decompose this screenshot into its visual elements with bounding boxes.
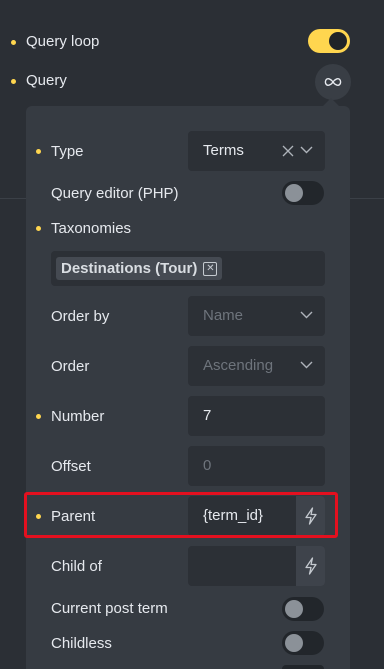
chevron-down-icon <box>300 361 313 369</box>
current-post-term-toggle[interactable] <box>282 597 324 621</box>
query-loop-row: Query loop <box>0 22 370 62</box>
query-label: Query <box>26 72 67 89</box>
order-select[interactable]: Ascending <box>188 346 325 386</box>
query-settings-button[interactable] <box>315 64 351 100</box>
modified-indicator-dot <box>36 226 41 231</box>
toggle-knob <box>285 184 303 202</box>
number-input[interactable]: 7 <box>188 396 325 436</box>
query-loop-label: Query loop <box>26 33 100 50</box>
query-loop-toggle[interactable] <box>308 29 350 53</box>
query-editor-toggle[interactable] <box>282 181 324 205</box>
number-value: 7 <box>203 407 212 424</box>
modified-indicator-dot <box>11 40 16 45</box>
clear-icon[interactable] <box>282 145 294 157</box>
offset-placeholder: 0 <box>203 457 212 474</box>
divider <box>0 198 26 199</box>
settings-panel: Query loop Query Type Terms Query editor… <box>0 0 384 669</box>
order-label: Order <box>51 358 90 375</box>
childless-label: Childless <box>51 635 112 652</box>
chevron-down-icon <box>300 311 313 319</box>
divider <box>350 198 384 199</box>
current-post-term-label: Current post term <box>51 600 168 617</box>
chevron-down-icon <box>300 146 313 154</box>
toggle-knob <box>329 32 347 50</box>
type-select[interactable]: Terms <box>188 131 325 171</box>
child-of-input[interactable] <box>188 546 325 586</box>
modified-indicator-dot <box>36 414 41 419</box>
toggle-knob <box>285 600 303 618</box>
order-placeholder: Ascending <box>203 357 274 374</box>
child-of-label: Child of <box>51 558 102 575</box>
infinity-icon <box>324 78 342 86</box>
dynamic-data-button[interactable] <box>296 546 325 586</box>
type-label: Type <box>51 143 84 160</box>
offset-label: Offset <box>51 458 91 475</box>
modified-indicator-dot <box>11 79 16 84</box>
lightning-bolt-icon <box>304 557 317 575</box>
next-toggle-partial[interactable] <box>282 665 324 669</box>
taxonomy-chip-label: Destinations (Tour) <box>61 260 198 277</box>
taxonomies-input[interactable]: Destinations (Tour) ✕ <box>51 251 325 286</box>
offset-input[interactable]: 0 <box>188 446 325 486</box>
taxonomy-chip: Destinations (Tour) ✕ <box>56 257 223 280</box>
taxonomies-label: Taxonomies <box>51 220 132 237</box>
order-by-placeholder: Name <box>203 307 244 324</box>
childless-toggle[interactable] <box>282 631 324 655</box>
number-label: Number <box>51 408 105 425</box>
query-editor-label: Query editor (PHP) <box>51 185 179 202</box>
highlight-box <box>24 492 338 538</box>
modified-indicator-dot <box>36 149 41 154</box>
order-by-label: Order by <box>51 308 110 325</box>
toggle-knob <box>285 634 303 652</box>
order-by-select[interactable]: Name <box>188 296 325 336</box>
type-select-value: Terms <box>203 142 244 159</box>
remove-chip-icon[interactable]: ✕ <box>203 261 218 276</box>
